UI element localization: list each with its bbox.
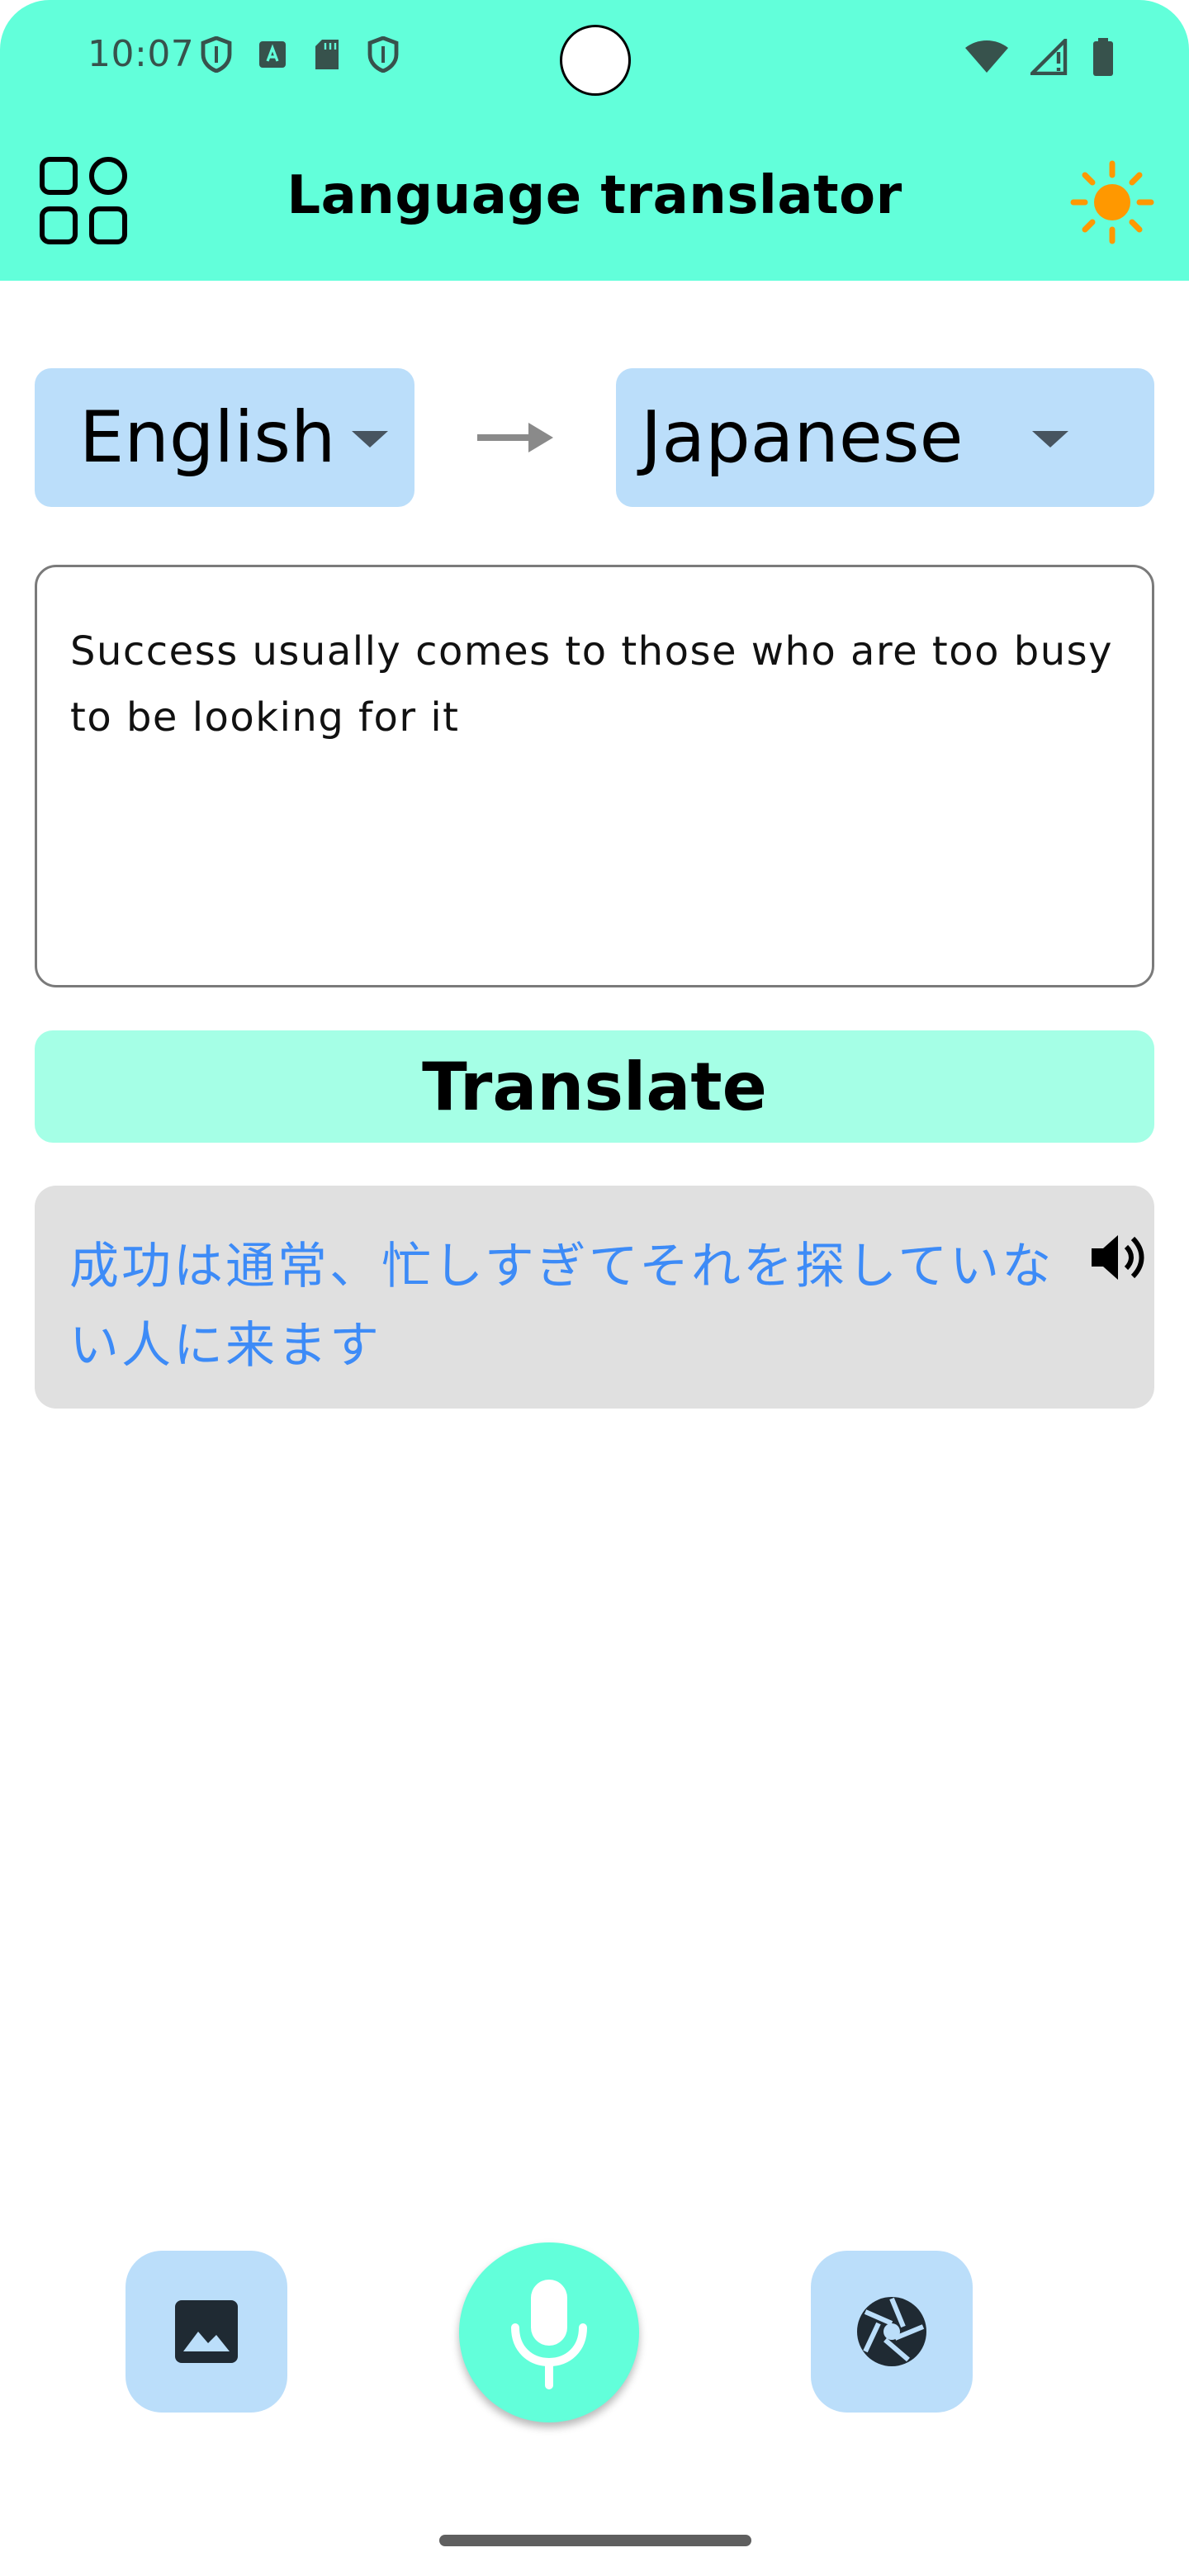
- gallery-button[interactable]: [126, 2251, 287, 2413]
- camera-shutter-icon: [857, 2297, 926, 2366]
- source-text: Success usually comes to those who are t…: [70, 628, 1114, 741]
- target-language-label: Japanese: [641, 396, 964, 479]
- source-language-label: English: [79, 396, 336, 479]
- status-notification-icons: [200, 36, 400, 73]
- chevron-down-icon: [1032, 431, 1068, 447]
- page-title: Language translator: [287, 165, 902, 226]
- sd-card-icon: [315, 40, 339, 69]
- app-header: 10:07 Language translator: [0, 0, 1189, 281]
- translation-output: 成功は通常、忙しすぎてそれを探していない人に来ます: [35, 1186, 1154, 1409]
- source-text-input[interactable]: Success usually comes to those who are t…: [35, 565, 1154, 987]
- microphone-icon: [511, 2280, 587, 2389]
- wifi-icon: [965, 40, 1008, 73]
- shield-icon: [201, 36, 232, 73]
- translate-app-icon: [259, 41, 286, 68]
- microphone-button[interactable]: [459, 2242, 639, 2422]
- camera-button[interactable]: [811, 2251, 973, 2413]
- source-language-dropdown[interactable]: English: [35, 368, 414, 507]
- arrow-right-icon: [477, 423, 553, 452]
- front-camera-cutout: [560, 25, 631, 96]
- home-indicator[interactable]: [439, 2535, 751, 2546]
- sun-icon[interactable]: [1067, 157, 1158, 248]
- translate-button[interactable]: Translate: [35, 1030, 1154, 1143]
- translated-text: 成功は通常、忙しすぎてそれを探していない人に来ます: [69, 1238, 1054, 1375]
- battery-icon: [1093, 38, 1113, 76]
- signal-icon: [1030, 39, 1068, 75]
- image-icon: [175, 2300, 238, 2363]
- shield-icon-2: [367, 36, 399, 73]
- chevron-down-icon: [352, 431, 388, 447]
- status-time: 10:07: [88, 33, 195, 75]
- status-system-icons: [964, 38, 1115, 76]
- volume-icon[interactable]: [1088, 1230, 1149, 1285]
- target-language-dropdown[interactable]: Japanese: [616, 368, 1154, 507]
